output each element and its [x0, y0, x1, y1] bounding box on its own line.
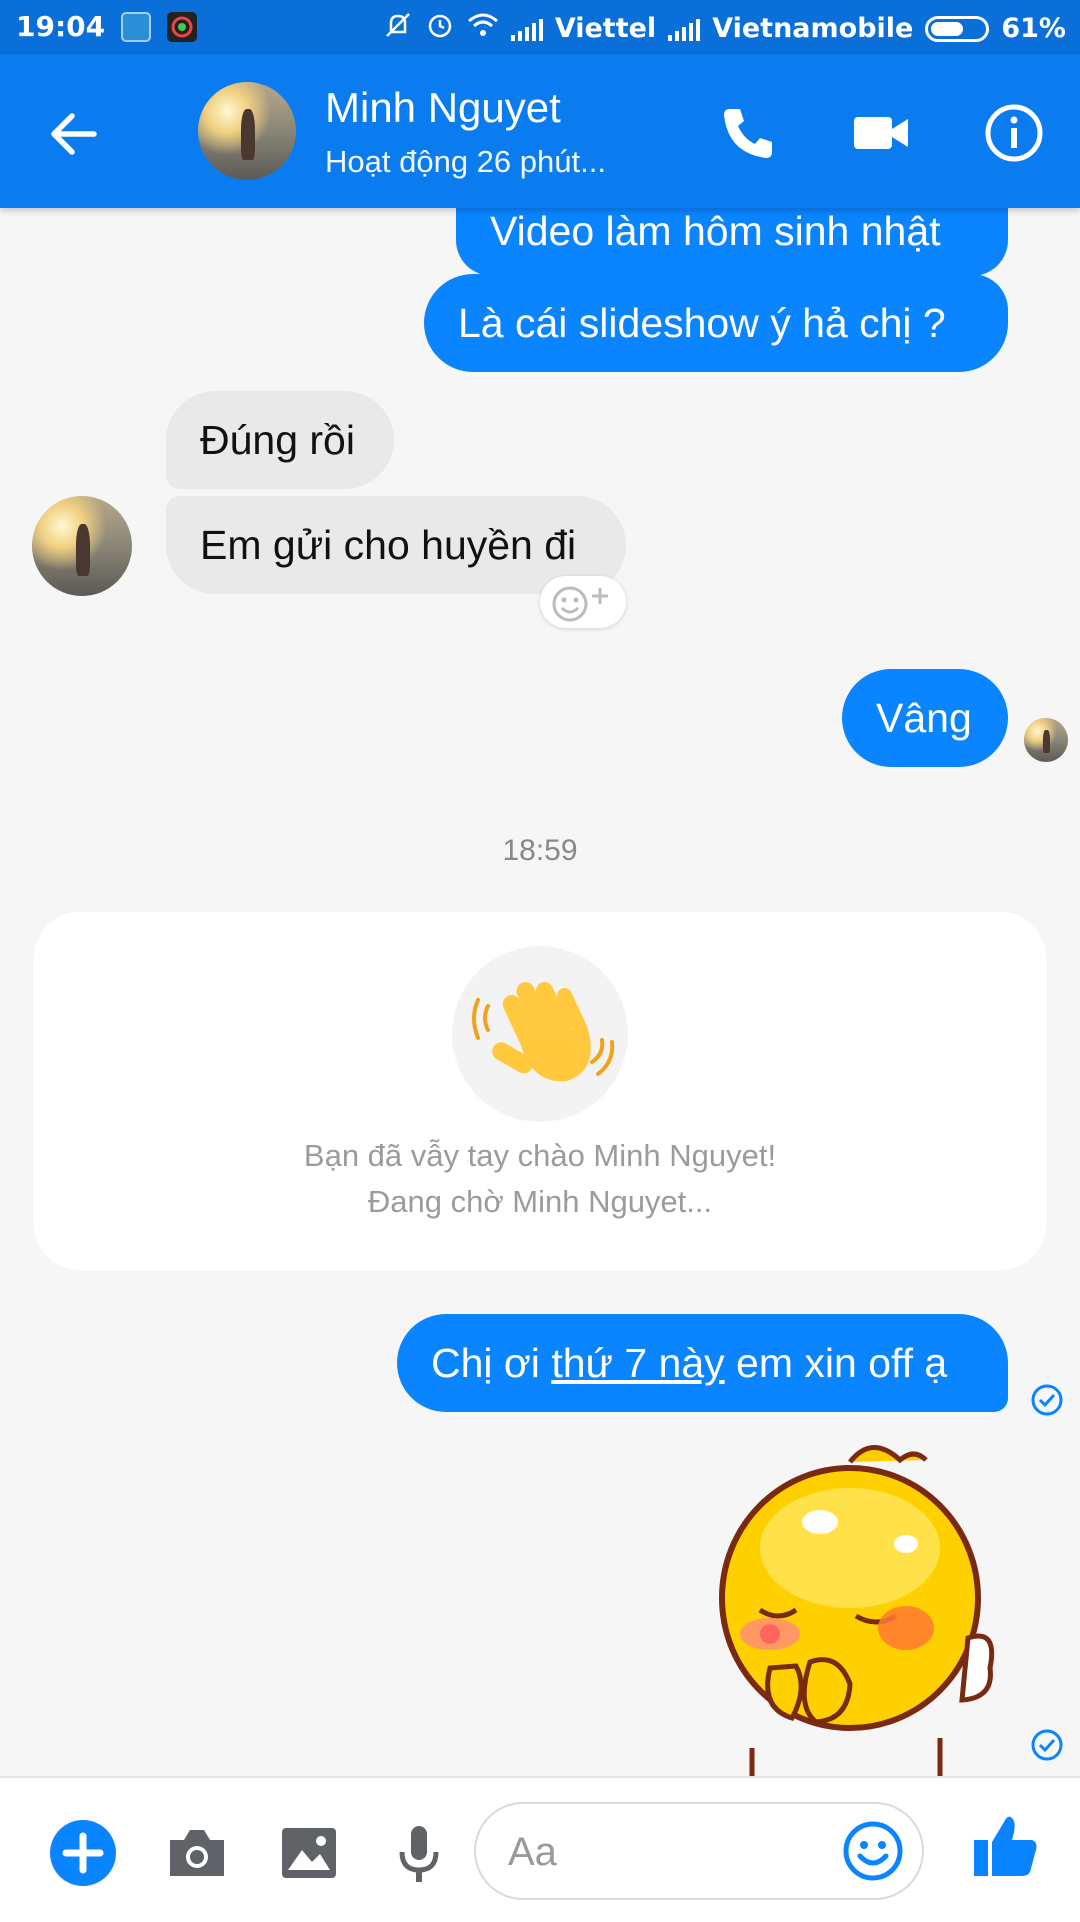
message-list[interactable]: Video làm hôm sinh nhật Là cái slideshow…: [0, 208, 1080, 1776]
message-outgoing[interactable]: Vâng: [842, 669, 1008, 767]
wave-text-line1: Bạn đã vẫy tay chào Minh Nguyet!: [303, 1138, 777, 1173]
phone-icon: [724, 109, 772, 158]
emoji-button[interactable]: [840, 1818, 906, 1884]
camera-icon: [170, 1830, 224, 1876]
like-icon: [974, 1816, 1037, 1876]
message-text: Em gửi cho huyền đi: [200, 522, 577, 568]
microphone-icon: [399, 1826, 439, 1882]
video-call-button[interactable]: [850, 101, 914, 165]
sticker-image[interactable]: [700, 1438, 1000, 1776]
info-icon: [985, 104, 1043, 162]
signal-icon-2: [668, 17, 701, 41]
image-icon: [282, 1828, 336, 1878]
app-notification-icon: [121, 11, 152, 42]
signal-icon: [510, 17, 543, 41]
chat-header: Minh Nguyet Hoạt động 26 phút...: [0, 54, 1080, 208]
date-link[interactable]: thứ 7 này: [551, 1340, 724, 1386]
message-outgoing[interactable]: Là cái slideshow ý hả chị ?: [424, 274, 1008, 372]
alarm-icon: [425, 10, 455, 47]
sent-check-icon: [1031, 1384, 1063, 1416]
camera-button[interactable]: [162, 1818, 232, 1888]
composer-bar: Aa: [0, 1776, 1080, 1922]
contact-avatar[interactable]: [198, 82, 296, 180]
add-icon: [50, 1820, 116, 1886]
gallery-button[interactable]: [274, 1818, 344, 1888]
timestamp-separator: 18:59: [502, 834, 578, 867]
wave-text-line2: Đang chờ Minh Nguyet...: [367, 1184, 713, 1219]
message-outgoing[interactable]: Video làm hôm sinh nhật: [456, 208, 1008, 276]
contact-status: Hoạt động 26 phút...: [325, 144, 606, 179]
status-bar: 19:04 Viettel Vietnamobile 61%: [0, 0, 1080, 54]
video-camera-icon: [854, 117, 908, 149]
message-text: Video làm hôm sinh nhật: [490, 208, 941, 254]
wave-card: Bạn đã vẫy tay chào Minh Nguyet! Đang ch…: [34, 912, 1046, 1270]
like-button[interactable]: [968, 1808, 1038, 1878]
add-reaction-button[interactable]: [540, 576, 626, 628]
battery-percent: 61%: [1001, 13, 1066, 44]
info-button[interactable]: [982, 101, 1046, 165]
status-time: 19:04: [16, 10, 106, 43]
sender-avatar[interactable]: [32, 496, 132, 596]
add-button[interactable]: [48, 1818, 118, 1888]
message-outgoing[interactable]: Chị ơi thứ 7 này em xin off ạ: [397, 1314, 1008, 1412]
message-input[interactable]: Aa: [474, 1802, 924, 1900]
carrier-1: Viettel: [554, 13, 657, 44]
sent-check-icon: [1031, 1729, 1063, 1761]
mute-icon: [383, 10, 413, 47]
message-incoming[interactable]: Đúng rồi: [166, 391, 394, 489]
wifi-icon: [467, 11, 499, 46]
contact-name[interactable]: Minh Nguyet: [325, 84, 561, 132]
carrier-2: Vietnamobile: [712, 13, 914, 44]
back-arrow-icon: [51, 113, 97, 155]
add-reaction-icon: [552, 586, 608, 622]
wave-button[interactable]: [452, 946, 628, 1122]
battery-icon: [925, 15, 990, 42]
voice-record-button[interactable]: [384, 1818, 454, 1888]
emoji-icon: [843, 1821, 903, 1881]
read-receipt-avatar: [1024, 718, 1068, 762]
waving-hand-icon: [472, 982, 615, 1082]
message-text: Đúng rồi: [200, 417, 355, 463]
message-text: Vâng: [876, 695, 972, 741]
back-button[interactable]: [44, 104, 104, 164]
message-input-placeholder: Aa: [508, 1830, 557, 1874]
voice-call-button[interactable]: [716, 101, 780, 165]
message-text: Là cái slideshow ý hả chị ?: [458, 300, 946, 346]
app-notification-icon-2: [167, 11, 198, 42]
message-text: Chị ơi thứ 7 này em xin off ạ: [431, 1340, 948, 1386]
